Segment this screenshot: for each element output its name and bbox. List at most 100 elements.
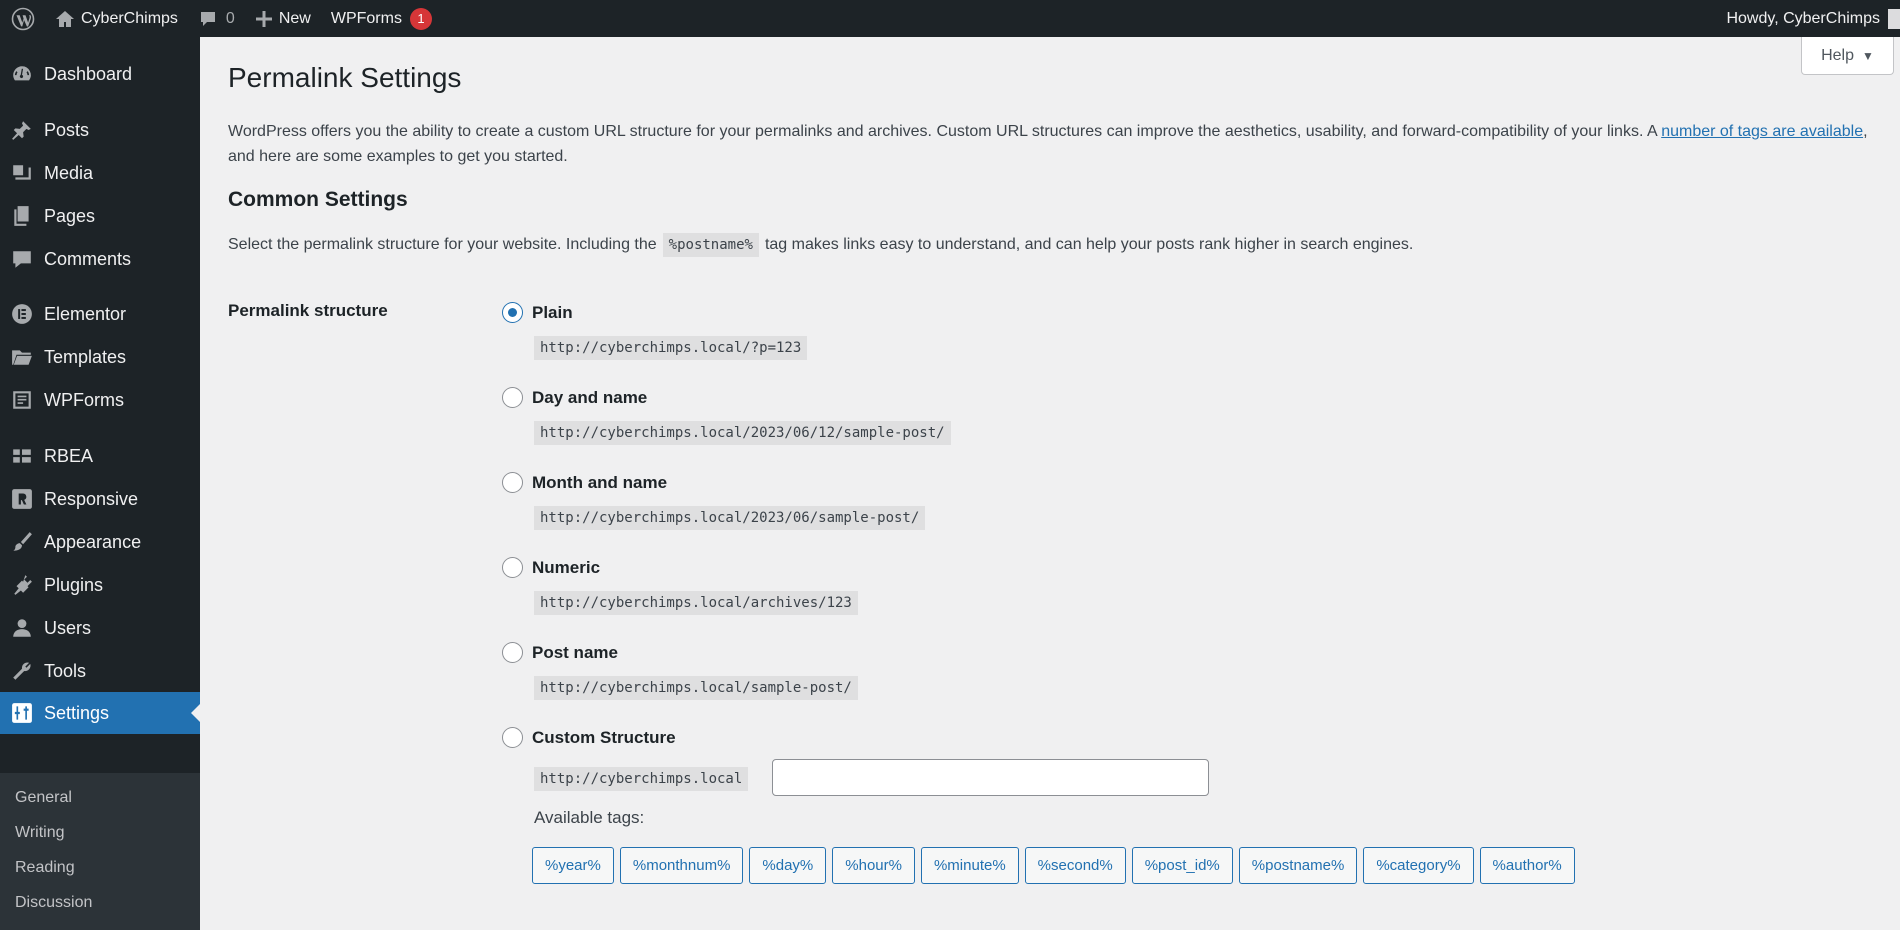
tag-second-button[interactable]: %second% [1024, 847, 1126, 884]
option-label[interactable]: Numeric [532, 557, 600, 578]
submenu-writing[interactable]: Writing [15, 824, 65, 842]
menu-label: Templates [44, 346, 127, 367]
tag-post-id-button[interactable]: %post_id% [1131, 847, 1233, 884]
radio-custom-structure[interactable] [502, 727, 523, 748]
settings-icon [0, 702, 44, 724]
example-url: http://cyberchimps.local/?p=123 [534, 336, 808, 360]
menu-settings[interactable]: Settings [0, 692, 200, 734]
section-title: Common Settings [228, 188, 408, 211]
tag-minute-button[interactable]: %minute% [920, 847, 1019, 884]
howdy-text: Howdy, CyberChimps [1726, 9, 1880, 27]
postname-code: %postname% [662, 233, 759, 257]
comments-link[interactable]: 0 [188, 0, 245, 37]
menu-label: Pages [44, 205, 96, 226]
new-content-link[interactable]: New [245, 0, 321, 37]
brush-icon [0, 531, 44, 553]
available-tags-list: %year% %monthnum% %day% %hour% %minute% … [532, 847, 1575, 884]
intro-body: WordPress offers you the ability to crea… [228, 123, 1662, 140]
site-name-link[interactable]: CyberChimps [45, 0, 188, 37]
permalink-structure-label: Permalink structure [228, 301, 388, 320]
comment-icon [0, 248, 44, 270]
form-icon [0, 389, 44, 411]
description-text-end: tag makes links easy to understand, and … [764, 236, 1414, 253]
option-label[interactable]: Month and name [532, 472, 667, 493]
custom-structure-input[interactable] [772, 759, 1209, 796]
radio-day-and-name[interactable] [502, 387, 523, 408]
available-tags-label: Available tags: [534, 808, 645, 827]
submenu-general[interactable]: General [15, 789, 72, 807]
menu-responsive[interactable]: Responsive [0, 479, 200, 519]
help-tab-button[interactable]: Help ▼ [1801, 37, 1894, 75]
radio-numeric[interactable] [502, 557, 523, 578]
example-url: http://cyberchimps.local/archives/123 [534, 591, 858, 615]
media-icon [0, 162, 44, 184]
comments-count: 0 [225, 9, 235, 27]
dashboard-icon [0, 63, 44, 85]
tag-monthnum-button[interactable]: %monthnum% [619, 847, 744, 884]
menu-label: Appearance [44, 531, 142, 552]
menu-tools[interactable]: Tools [0, 651, 200, 691]
menu-media[interactable]: Media [0, 153, 200, 193]
menu-label: Media [44, 162, 94, 183]
user-icon [0, 617, 44, 639]
menu-posts[interactable]: Posts [0, 110, 200, 150]
menu-label: Dashboard [44, 63, 133, 84]
example-url: http://cyberchimps.local/sample-post/ [534, 676, 858, 700]
submenu-discussion[interactable]: Discussion [15, 894, 92, 912]
menu-plugins[interactable]: Plugins [0, 565, 200, 605]
tag-author-button[interactable]: %author% [1479, 847, 1575, 884]
settings-submenu: General Writing Reading Discussion Media [0, 773, 200, 930]
menu-templates[interactable]: Templates [0, 337, 200, 377]
structure-description: Select the permalink structure for your … [228, 233, 1413, 257]
tags-available-link[interactable]: number of tags are available [1661, 123, 1863, 140]
option-label[interactable]: Plain [532, 302, 573, 323]
example-url: http://cyberchimps.local/2023/06/12/samp… [534, 421, 951, 445]
menu-wpforms[interactable]: WPForms [0, 380, 200, 420]
tag-year-button[interactable]: %year% [532, 847, 614, 884]
radio-month-and-name[interactable] [502, 472, 523, 493]
tag-hour-button[interactable]: %hour% [832, 847, 915, 884]
pin-icon [0, 119, 44, 141]
plug-icon [0, 574, 44, 596]
menu-label: Posts [44, 119, 90, 140]
option-label[interactable]: Post name [532, 642, 618, 663]
menu-label: Comments [44, 248, 132, 269]
my-account-link[interactable]: Howdy, CyberChimps [1716, 0, 1900, 37]
example-url: http://cyberchimps.local/2023/06/sample-… [534, 506, 926, 530]
menu-label: Users [44, 617, 92, 638]
custom-base-url: http://cyberchimps.local [534, 767, 749, 791]
notification-badge: 1 [409, 7, 432, 30]
intro-text: WordPress offers you the ability to crea… [228, 119, 1888, 169]
menu-label: Plugins [44, 574, 104, 595]
description-text: Select the permalink structure for your … [228, 236, 657, 253]
wpforms-link[interactable]: WPForms 1 [321, 0, 442, 37]
elementor-icon [0, 303, 44, 325]
menu-label: Settings [44, 702, 110, 723]
wordpress-logo-icon[interactable] [0, 0, 45, 37]
menu-dashboard[interactable]: Dashboard [0, 54, 200, 94]
menu-label: WPForms [44, 389, 124, 410]
menu-appearance[interactable]: Appearance [0, 522, 200, 562]
option-label[interactable]: Day and name [532, 387, 647, 408]
site-name: CyberChimps [81, 9, 178, 27]
caret-down-icon: ▼ [1862, 48, 1874, 63]
tag-category-button[interactable]: %category% [1363, 847, 1474, 884]
menu-rbea[interactable]: RBEA [0, 436, 200, 476]
radio-plain[interactable] [502, 302, 523, 323]
menu-comments[interactable]: Comments [0, 239, 200, 279]
menu-users[interactable]: Users [0, 608, 200, 648]
admin-sidebar: Dashboard Posts Media Pages Comments Ele… [0, 37, 200, 930]
menu-elementor[interactable]: Elementor [0, 294, 200, 334]
menu-label: Elementor [44, 303, 127, 324]
menu-pages[interactable]: Pages [0, 196, 200, 236]
wrench-icon [0, 660, 44, 682]
tag-day-button[interactable]: %day% [749, 847, 827, 884]
submenu-reading[interactable]: Reading [15, 859, 75, 877]
radio-post-name[interactable] [502, 642, 523, 663]
comment-bubble-icon [200, 11, 215, 26]
current-menu-arrow [191, 704, 200, 722]
help-label: Help [1821, 46, 1854, 64]
tag-postname-button[interactable]: %postname% [1238, 847, 1358, 884]
option-label[interactable]: Custom Structure [532, 727, 676, 748]
new-label: New [278, 9, 311, 27]
